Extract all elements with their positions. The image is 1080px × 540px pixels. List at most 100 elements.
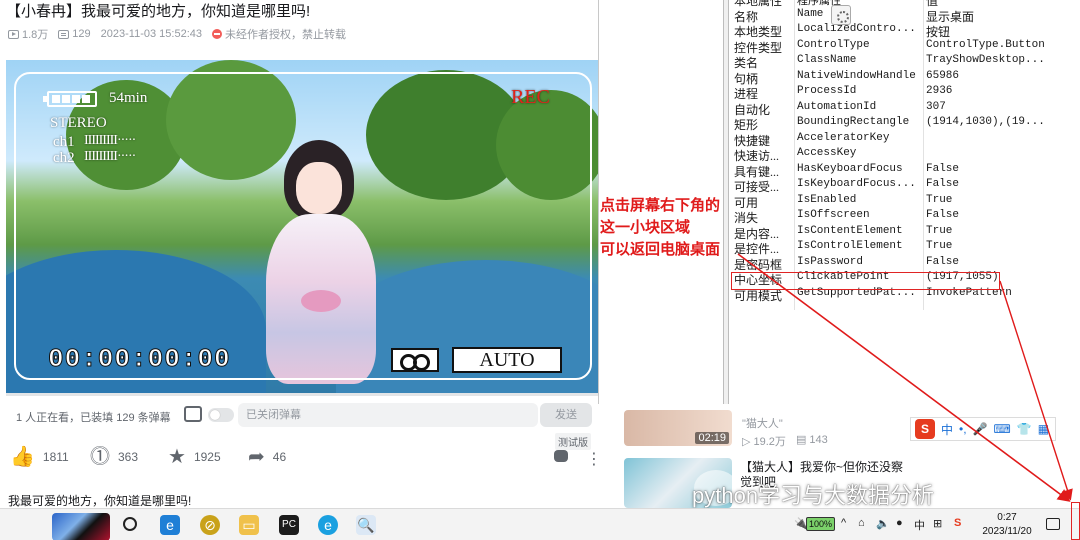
property-row[interactable]: 自动化 AutomationId 307 (730, 101, 1080, 117)
play-count-icon (8, 29, 19, 39)
property-program-name: IsEnabled (797, 193, 857, 206)
osd-rec: REC (511, 86, 550, 108)
show-desktop-highlight[interactable] (1071, 502, 1080, 540)
watching-count: 1 人正在看，已装填 129 条弹幕 (16, 412, 171, 424)
annotation-text: 点击屏幕右下角的 这一小块区域 可以返回电脑桌面 (600, 197, 721, 258)
edge-icon[interactable]: e (318, 515, 338, 535)
property-row[interactable]: 本地类型 LocalizedContro... 按钮 (730, 23, 1080, 39)
property-local-name: 可用 (734, 195, 759, 210)
osd-mode: AUTO (452, 347, 562, 373)
osd-battery-time: 54min (109, 90, 148, 106)
recommend-meta: ▷ 19.2万 ▤ 143 (742, 433, 828, 449)
punctuation-icon[interactable]: •, (959, 422, 967, 436)
property-value: True (926, 240, 953, 252)
video-meta: 1.8万 129 2023-11-03 15:52:43 未经作者授权，禁止转载 (8, 26, 346, 42)
property-value: True (926, 224, 953, 237)
property-program-name: AcceleratorKey (797, 131, 890, 144)
property-local-name: 是内容... (734, 226, 780, 241)
edge-legacy-icon[interactable]: e (160, 515, 180, 535)
property-row[interactable]: 句柄 NativeWindowHandle 65986 (730, 70, 1080, 86)
property-local-name: 快速访... (734, 149, 780, 163)
tray-lang[interactable]: 中 (914, 517, 925, 533)
robot-icon[interactable] (554, 450, 568, 462)
property-local-name: 矩形 (734, 118, 759, 132)
danmaku-toggle[interactable] (208, 408, 234, 422)
test-version-tag: 测试版 (555, 433, 591, 450)
recommend-thumbnail[interactable]: 02:19 (624, 410, 732, 446)
keyboard-icon[interactable]: ⌨ (994, 422, 1011, 436)
property-value: 2936 (926, 85, 953, 97)
battery-indicator[interactable]: 100% (806, 517, 836, 531)
property-program-name: IsOffscreen (797, 209, 870, 221)
battery-osd-icon (43, 91, 97, 107)
copyright-note: 未经作者授权，禁止转载 (211, 26, 346, 42)
favorite-button[interactable]: ★ 1925 (168, 447, 221, 467)
osd-timecode: 00:00:00:00 (48, 344, 231, 375)
property-row[interactable]: 快速访... AccessKey (730, 147, 1080, 163)
notification-icon[interactable] (1046, 518, 1060, 530)
chevron-up-icon[interactable]: ^ (841, 517, 846, 529)
property-value: 307 (926, 100, 946, 113)
property-value: TrayShowDesktop... (926, 54, 1045, 66)
taskbar-clock[interactable]: 0:27 2023/11/20 (980, 511, 1034, 539)
property-row[interactable]: 快捷键 AcceleratorKey (730, 132, 1080, 148)
property-program-name: ControlType (797, 38, 870, 51)
property-row[interactable]: 矩形 BoundingRectangle (1914,1030),(19... (730, 116, 1080, 132)
property-row[interactable]: 本地属性 程序属性值 (730, 0, 1080, 8)
recommend-title[interactable]: "猫大人" (742, 415, 783, 431)
ime-lang[interactable]: 中 (941, 421, 953, 438)
property-value: 按钮 (926, 25, 951, 39)
property-grid: 本地属性 程序属性值名称 Name 显示桌面 本地类型 LocalizedContro..… (730, 0, 1080, 310)
ime-toolbar[interactable]: S 中 •, 🎤 ⌨ 👕 ▦ (910, 417, 1056, 441)
osd-ch2: ch2 (53, 150, 75, 166)
pane-splitter[interactable] (723, 0, 729, 404)
property-program-name: BoundingRectangle (797, 116, 910, 128)
network-icon[interactable]: ⌂ (858, 517, 865, 529)
property-row[interactable]: 是密码框 IsPassword False (730, 256, 1080, 272)
pycharm-icon[interactable]: PC (279, 515, 299, 535)
settings-gear-icon[interactable] (831, 5, 851, 25)
property-local-name: 是密码框 (734, 257, 783, 272)
property-program-name: HasKeyboardFocus (797, 162, 903, 175)
coin-button[interactable]: ⓵ 363 (90, 446, 138, 468)
share-icon: ➦ (248, 446, 265, 468)
ime-icon[interactable]: ⊞ (933, 517, 942, 530)
property-local-name: 本地类型 (734, 25, 783, 39)
file-explorer-icon[interactable]: ▭ (239, 515, 259, 535)
property-value: (1914,1030),(19... (926, 116, 1045, 128)
property-local-name: 具有键... (734, 164, 780, 179)
recommend-duration: 02:19 (695, 432, 729, 444)
danmaku-count: 129 (58, 28, 91, 40)
wechat-icon[interactable]: ● (896, 517, 903, 529)
property-row[interactable]: 可用 IsEnabled True (730, 194, 1080, 210)
coin-icon: ⓵ (90, 446, 110, 468)
send-button[interactable]: 发送 (540, 403, 592, 427)
toolbox-icon[interactable]: ▦ (1038, 422, 1049, 436)
property-row[interactable]: 是控件... IsControlElement True (730, 240, 1080, 256)
skin-icon[interactable]: 👕 (1017, 422, 1032, 436)
progress-bar[interactable] (6, 393, 600, 396)
start-logo[interactable] (52, 513, 110, 540)
search-circle-icon[interactable] (123, 517, 137, 531)
property-local-name: 名称 (734, 9, 759, 24)
recommend-danmaku: ▤ 143 (795, 434, 828, 446)
forbidden-icon (211, 29, 222, 39)
property-row[interactable]: 类名 ClassName TrayShowDesktop... (730, 54, 1080, 70)
property-row[interactable]: 具有键... HasKeyboardFocus False (730, 163, 1080, 179)
like-button[interactable]: 👍 1811 (10, 447, 69, 467)
share-button[interactable]: ➦ 46 (248, 446, 286, 468)
microphone-icon[interactable]: 🎤 (973, 422, 988, 436)
publish-datetime: 2023-11-03 15:52:43 (100, 28, 202, 40)
property-row[interactable]: 是内容... IsContentElement True (730, 225, 1080, 241)
property-row[interactable]: 控件类型 ControlType ControlType.Button (730, 39, 1080, 55)
danmaku-settings-icon[interactable] (184, 406, 202, 422)
volume-icon[interactable]: 🔈 (876, 517, 890, 530)
sogou-tray-icon[interactable]: S (954, 517, 961, 529)
inspect-search-icon[interactable]: 🔍 (356, 515, 376, 535)
property-row[interactable]: 消失 IsOffscreen False (730, 209, 1080, 225)
property-row[interactable]: 可接受... IsKeyboardFocus... False (730, 178, 1080, 194)
property-row[interactable]: 进程 ProcessId 2936 (730, 85, 1080, 101)
property-row[interactable]: 名称 Name 显示桌面 (730, 8, 1080, 24)
danmaku-input[interactable]: 已关闭弹幕 (238, 403, 538, 427)
app-icon[interactable]: ⊘ (200, 515, 220, 535)
